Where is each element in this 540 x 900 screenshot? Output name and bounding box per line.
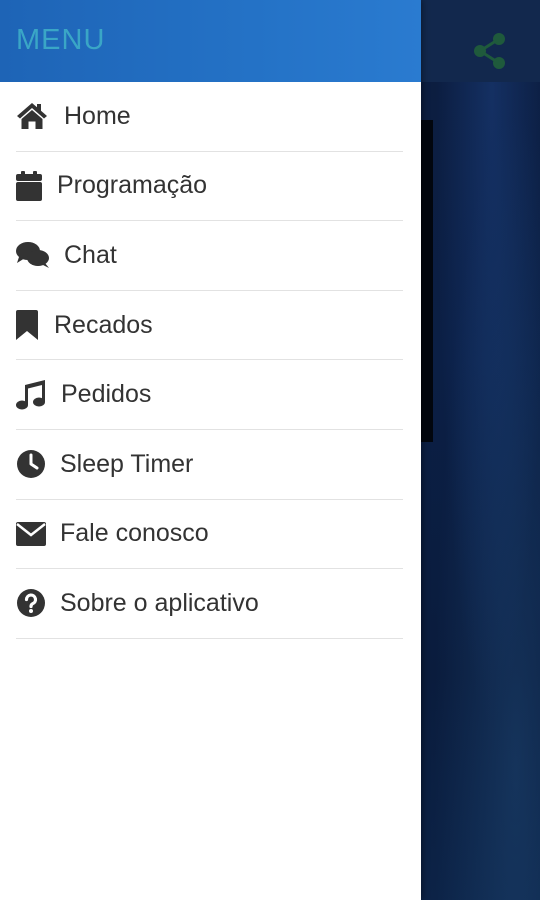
menu-item-label: Chat <box>64 240 117 269</box>
menu-item-label: Sleep Timer <box>60 449 194 478</box>
navigation-drawer: MENU Home Programação Chat Recados Pedid… <box>0 0 421 900</box>
menu-item-programacao[interactable]: Programação <box>16 152 403 222</box>
menu-item-sobre[interactable]: Sobre o aplicativo <box>16 569 403 639</box>
menu-item-label: Recados <box>54 310 153 339</box>
background-glow <box>420 0 540 900</box>
menu-item-chat[interactable]: Chat <box>16 221 403 291</box>
share-button[interactable] <box>470 32 510 74</box>
menu-list: Home Programação Chat Recados Pedidos Sl… <box>0 82 421 639</box>
menu-item-home[interactable]: Home <box>16 82 403 152</box>
menu-item-pedidos[interactable]: Pedidos <box>16 360 403 430</box>
menu-item-fale-conosco[interactable]: Fale conosco <box>16 500 403 570</box>
bookmark-icon <box>16 310 54 341</box>
menu-item-label: Pedidos <box>61 380 152 409</box>
share-icon <box>471 31 509 76</box>
drawer-title: MENU <box>16 24 106 56</box>
clock-icon <box>16 449 60 479</box>
menu-item-label: Fale conosco <box>60 519 209 548</box>
question-circle-icon <box>16 588 60 618</box>
drawer-header: MENU <box>0 0 421 82</box>
menu-item-label: Home <box>64 101 131 130</box>
menu-item-label: Sobre o aplicativo <box>60 588 259 617</box>
music-note-icon <box>16 379 61 410</box>
menu-item-sleep-timer[interactable]: Sleep Timer <box>16 430 403 500</box>
player-shadow-strip <box>421 120 433 442</box>
chat-icon <box>16 240 64 270</box>
app-screen: MENU Home Programação Chat Recados Pedid… <box>0 0 540 900</box>
envelope-icon <box>16 519 60 549</box>
home-icon <box>16 101 64 131</box>
menu-item-label: Programação <box>57 171 208 200</box>
calendar-icon <box>16 170 57 201</box>
menu-item-recados[interactable]: Recados <box>16 291 403 361</box>
